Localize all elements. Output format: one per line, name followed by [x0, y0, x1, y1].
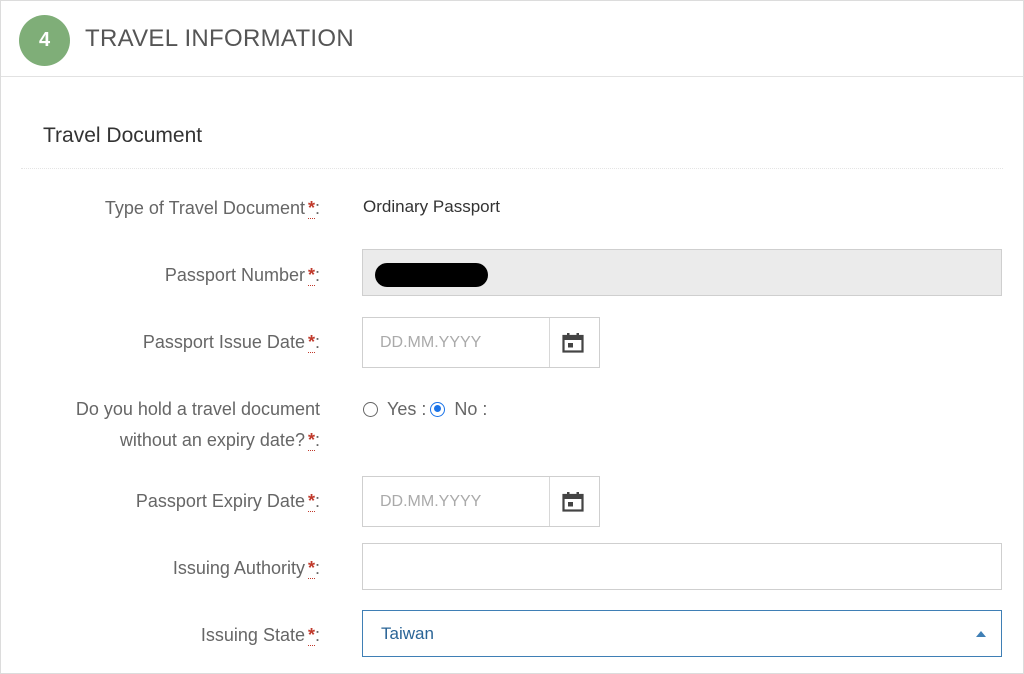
radio-no-label[interactable]: No : — [454, 399, 487, 420]
passport-number-label: Passport Number *: — [164, 265, 320, 286]
no-expiry-radio-group: Yes : No : — [363, 395, 487, 423]
step-title: TRAVEL INFORMATION — [85, 25, 354, 52]
calendar-icon[interactable] — [562, 492, 584, 512]
doc-type-label: Type of Travel Document *: — [104, 198, 320, 219]
step-header: 4 TRAVEL INFORMATION — [1, 1, 1023, 77]
required-marker: * — [307, 625, 315, 646]
issue-date-label: Passport Issue Date *: — [142, 332, 320, 353]
radio-yes-label[interactable]: Yes : — [387, 399, 426, 420]
issuing-state-value: Taiwan — [381, 623, 434, 643]
issue-date-field[interactable]: DD.MM.YYYY — [362, 317, 600, 368]
redaction-mark — [375, 263, 488, 287]
required-marker: * — [307, 265, 315, 286]
travel-information-form: 4 TRAVEL INFORMATION Travel Document Typ… — [0, 0, 1024, 674]
no-expiry-label: Do you hold a travel document — [75, 399, 320, 419]
expiry-date-placeholder: DD.MM.YYYY — [380, 492, 482, 510]
issuing-authority-field[interactable] — [362, 543, 1002, 590]
required-marker: * — [307, 198, 315, 219]
calendar-icon[interactable] — [562, 333, 584, 353]
required-marker: * — [307, 332, 315, 353]
no-expiry-label-line2: without an expiry date? *: — [119, 430, 320, 451]
caret-up-icon[interactable] — [976, 631, 986, 637]
step-number-badge: 4 — [19, 15, 70, 66]
radio-no[interactable] — [430, 401, 446, 417]
issuing-authority-label: Issuing Authority *: — [172, 558, 320, 579]
issue-date-placeholder: DD.MM.YYYY — [380, 333, 482, 351]
issuing-state-label: Issuing State *: — [200, 625, 320, 646]
expiry-date-field[interactable]: DD.MM.YYYY — [362, 476, 600, 527]
expiry-date-label: Passport Expiry Date *: — [135, 491, 320, 512]
radio-yes[interactable] — [363, 401, 378, 417]
doc-type-value: Ordinary Passport — [363, 197, 500, 216]
required-marker: * — [307, 558, 315, 579]
required-marker: * — [307, 491, 315, 512]
required-marker: * — [307, 430, 315, 451]
section-title: Travel Document — [43, 124, 203, 147]
issuing-state-select[interactable]: Taiwan — [362, 610, 1002, 657]
section-divider — [21, 168, 1003, 169]
